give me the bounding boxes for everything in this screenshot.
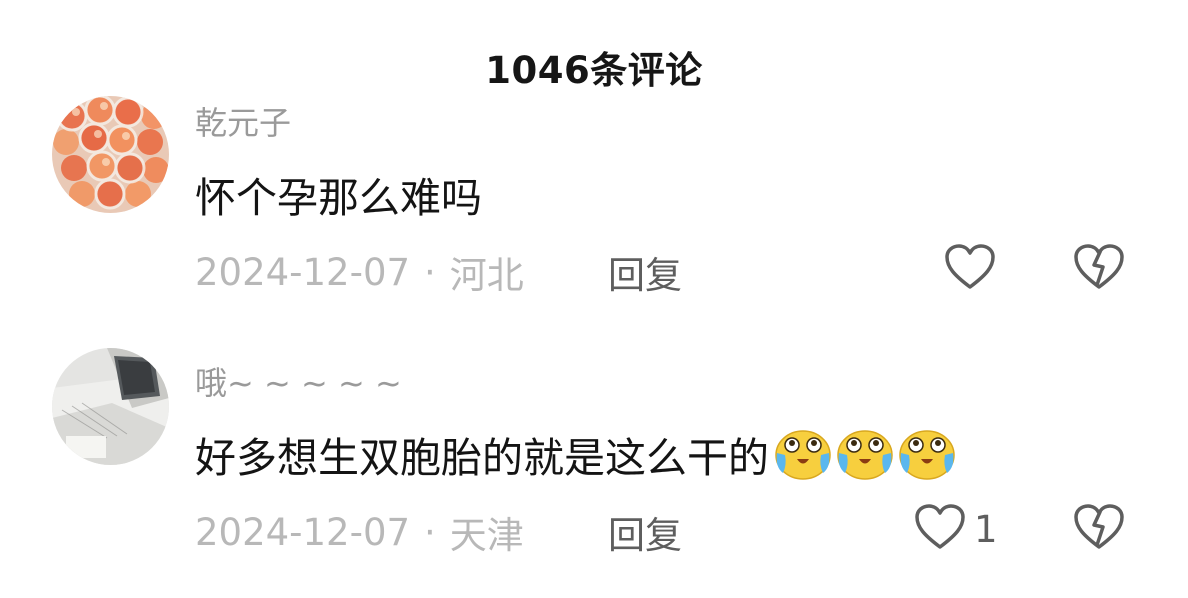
like-button[interactable] bbox=[944, 243, 1004, 295]
comment-location: 天津 bbox=[449, 514, 524, 557]
like-button[interactable]: 1 bbox=[914, 503, 998, 555]
broken-heart-icon bbox=[1073, 244, 1125, 295]
comment-date: 2024-12-07 bbox=[195, 510, 411, 554]
comment-location: 河北 bbox=[449, 254, 524, 297]
comment-meta: 2024-12-07 · 河北 bbox=[195, 245, 524, 299]
heart-icon bbox=[944, 243, 996, 295]
heart-icon bbox=[914, 503, 966, 555]
crying-laughing-emoji-icon bbox=[835, 427, 897, 481]
username[interactable]: 哦~ ~ ~ ~ ~ bbox=[195, 358, 402, 404]
comment-meta: 2024-12-07 · 天津 bbox=[195, 505, 524, 559]
emoji-row bbox=[773, 427, 959, 481]
comment-text-content: 好多想生双胞胎的就是这么干的 bbox=[195, 434, 769, 482]
dislike-button[interactable] bbox=[1073, 503, 1125, 555]
meta-separator: · bbox=[424, 510, 436, 554]
comment-item: 哦~ ~ ~ ~ ~ 好多想生双胞胎的就是这么干的 2024-12-07 · 天… bbox=[0, 0, 1188, 557]
like-count: 1 bbox=[974, 507, 998, 551]
meta-separator: · bbox=[424, 250, 436, 294]
avatar[interactable] bbox=[52, 348, 169, 465]
crying-laughing-emoji-icon bbox=[773, 427, 835, 481]
reply-button[interactable]: 回复 bbox=[608, 505, 682, 559]
comment-text: 好多想生双胞胎的就是这么干的 bbox=[195, 424, 959, 484]
dislike-button[interactable] bbox=[1073, 243, 1125, 295]
broken-heart-icon bbox=[1073, 504, 1125, 555]
reply-button[interactable]: 回复 bbox=[608, 245, 682, 299]
comment-date: 2024-12-07 bbox=[195, 250, 411, 294]
crying-laughing-emoji-icon bbox=[897, 427, 959, 481]
